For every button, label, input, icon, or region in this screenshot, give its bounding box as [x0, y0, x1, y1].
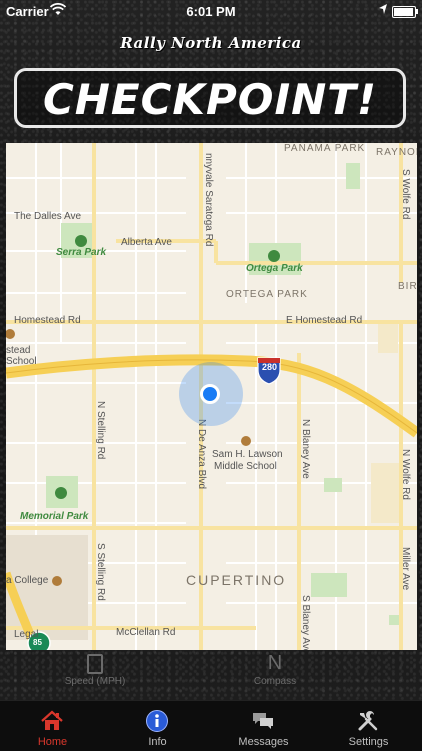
- tab-info-label: Info: [148, 736, 167, 748]
- map-label-miller: Miller Ave: [400, 547, 411, 591]
- tab-home[interactable]: Home: [0, 701, 105, 751]
- settings-icon: [358, 711, 378, 731]
- tab-info[interactable]: Info: [105, 701, 210, 751]
- map-label-raynor: RAYNOR: [376, 147, 417, 158]
- compass-value: N: [267, 652, 283, 674]
- home-icon: [41, 710, 63, 730]
- map-label-the-dalles: The Dalles Ave: [14, 211, 82, 222]
- speed-display-icon: [35, 650, 155, 676]
- compass-gauge: N Compass: [215, 650, 335, 687]
- map-label-homestead-school-1: stead: [6, 345, 31, 356]
- gauges-bar: Speed (MPH) N Compass: [0, 650, 422, 700]
- map-label-ortega-park-area: ORTEGA PARK: [226, 289, 308, 300]
- map-label-n-wolfe: N Wolfe Rd: [400, 449, 411, 500]
- map-label-s-wolfe: S Wolfe Rd: [400, 169, 411, 220]
- speed-label: Speed (MPH): [64, 676, 126, 687]
- map-label-saratoga-rd: nnyvale Saratoga Rd: [203, 153, 214, 247]
- tab-settings-label: Settings: [348, 736, 389, 748]
- map-label-homestead-school-2: School: [6, 356, 37, 367]
- location-arrow-icon: [378, 3, 388, 18]
- status-bar: Carrier 6:01 PM: [0, 0, 422, 22]
- map-label-memorial-park: Memorial Park: [20, 511, 89, 522]
- highway-280-shield-label: 280: [262, 362, 278, 372]
- checkpoint-banner: CHECKPOINT!: [14, 68, 406, 128]
- map-label-n-stelling: N Stelling Rd: [95, 401, 106, 460]
- map-label-bir: BIR: [398, 281, 417, 292]
- tab-settings[interactable]: Settings: [316, 701, 421, 751]
- compass-label: Compass: [253, 676, 297, 687]
- map-label-serra-park: Serra Park: [56, 247, 107, 258]
- tab-home-label: Home: [37, 736, 68, 748]
- info-icon: [146, 710, 168, 732]
- battery-icon: [392, 6, 416, 18]
- map-label-n-blaney: N Blaney Ave: [300, 419, 311, 479]
- tab-messages-label: Messages: [238, 736, 289, 748]
- current-location-dot[interactable]: [200, 384, 220, 404]
- map-view[interactable]: PANAMA PARK RAYNOR The Dalles Ave Serra …: [6, 143, 417, 650]
- map-label-college: a College: [6, 575, 49, 586]
- tab-messages[interactable]: Messages: [211, 701, 316, 751]
- map-label-de-anza: N De Anza Blvd: [196, 419, 207, 490]
- speed-gauge: Speed (MPH): [35, 650, 155, 687]
- battery-tip: [416, 9, 418, 14]
- map-label-s-stelling: S Stelling Rd: [95, 543, 106, 601]
- brand-logo-text: Rally North America: [120, 34, 302, 52]
- highway-85-shield-label: 85: [33, 638, 42, 647]
- map-label-sam-lawson-2: Middle School: [214, 461, 277, 472]
- map-label-panama-park: PANAMA PARK: [284, 143, 366, 154]
- map-label-ortega-park: Ortega Park: [246, 263, 303, 274]
- map-label-e-homestead-rd: E Homestead Rd: [286, 315, 363, 326]
- map-label-sam-lawson-1: Sam H. Lawson: [212, 449, 283, 460]
- map-label-s-blaney: S Blaney Ave: [300, 595, 311, 650]
- map-label-mcclellan: McClellan Rd: [116, 627, 176, 638]
- map-label-homestead-rd: Homestead Rd: [14, 315, 81, 326]
- tab-bar: Home Info Messages Settings: [0, 700, 422, 751]
- checkpoint-title: CHECKPOINT!: [42, 75, 378, 124]
- map-label-alberta-ave: Alberta Ave: [121, 237, 172, 248]
- map-label-cupertino: CUPERTINO: [186, 572, 287, 588]
- status-time: 6:01 PM: [186, 4, 236, 19]
- messages-icon: [253, 713, 273, 729]
